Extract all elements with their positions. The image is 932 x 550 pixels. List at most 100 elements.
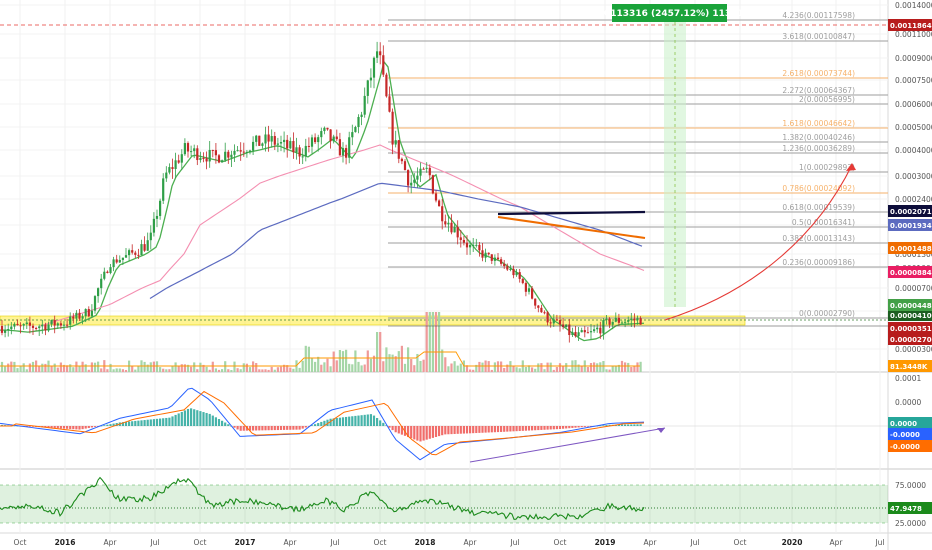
- volume-bar: [627, 362, 630, 372]
- macd-tag-text: -0.0000: [890, 443, 920, 451]
- candle-body: [69, 316, 72, 325]
- time-tick-label: Jul: [689, 538, 699, 547]
- candle-body: [22, 324, 25, 326]
- volume-bar: [357, 361, 360, 372]
- macd-histogram-bar: [462, 426, 465, 434]
- candle-body: [81, 316, 84, 319]
- volume-bar: [512, 365, 515, 372]
- price-tick-label: 0.00040000: [895, 146, 932, 155]
- macd-histogram-bar: [69, 426, 72, 430]
- candle-body: [518, 272, 521, 279]
- rsi-axis-label: 75.0000: [895, 481, 926, 490]
- macd-histogram-bar: [261, 426, 264, 431]
- volume-bar: [586, 367, 589, 372]
- candle-body: [66, 324, 69, 326]
- volume-bar: [224, 361, 227, 372]
- macd-histogram-bar: [59, 426, 62, 429]
- volume-bar: [152, 361, 155, 372]
- candle-body: [224, 151, 227, 161]
- macd-histogram-bar: [84, 426, 87, 429]
- macd-histogram-bar: [137, 420, 140, 426]
- candle-body: [292, 141, 295, 153]
- candle-body: [109, 267, 112, 273]
- volume-bar: [382, 361, 385, 372]
- candle-body: [245, 151, 248, 153]
- candle-body: [605, 318, 608, 321]
- macd-histogram-bar: [348, 416, 351, 426]
- macd-histogram-bar: [425, 426, 428, 440]
- volume-bar: [338, 350, 341, 372]
- candle-body: [286, 139, 289, 149]
- macd-histogram-bar: [273, 426, 276, 431]
- macd-histogram-bar: [317, 423, 320, 426]
- volume-bar: [211, 361, 214, 372]
- volume-bar: [221, 369, 224, 372]
- candle-body: [255, 135, 258, 142]
- price-tick-label: 0.00024000: [895, 195, 932, 204]
- macd-histogram-bar: [397, 426, 400, 434]
- volume-bar: [118, 368, 121, 372]
- candle-body: [128, 250, 131, 256]
- volume-bar: [10, 361, 13, 372]
- volume-bar: [596, 363, 599, 372]
- axes: Oct 2016 Apr Jul Oct 2017 Apr Jul Oct 2018 Apr Jul O…: [14, 1, 932, 547]
- volume-bar: [270, 366, 273, 372]
- candle-body: [301, 156, 304, 158]
- volume-bar: [329, 366, 332, 372]
- macd-histogram-bar: [574, 426, 577, 428]
- macd-histogram-bar: [128, 421, 131, 426]
- candle-body: [199, 158, 202, 161]
- macd-histogram-bar: [286, 426, 289, 430]
- macd-histogram-bar: [518, 426, 521, 432]
- candle-body: [382, 55, 385, 75]
- macd-histogram-bar: [515, 426, 518, 432]
- candle-body: [453, 226, 456, 233]
- candle-body: [410, 182, 413, 186]
- volume-bar: [518, 368, 521, 372]
- volume-bar: [255, 363, 258, 372]
- candle-body: [608, 318, 611, 325]
- volume-bar: [7, 363, 10, 372]
- trading-chart[interactable]: 4.236(0.00117598) 3.618(0.00100847) 2.618(…: [0, 0, 932, 550]
- volume-bar: [391, 354, 394, 372]
- macd-histogram-bar: [109, 424, 112, 426]
- volume-bar: [472, 369, 475, 372]
- macd-tag-text: 0.0000: [890, 420, 917, 428]
- volume-tag-text: 81.3448K: [890, 363, 928, 371]
- time-tick-label: Jul: [874, 538, 884, 547]
- candle-body: [326, 127, 329, 130]
- volume-bar: [441, 349, 444, 372]
- macd-histogram-bar: [338, 417, 341, 426]
- candle-body: [419, 168, 422, 176]
- candle-body: [537, 305, 540, 308]
- macd-histogram-bar: [93, 426, 97, 427]
- candle-body: [44, 324, 47, 331]
- macd-histogram-bar: [270, 426, 273, 431]
- macd-histogram-bar: [140, 420, 143, 426]
- candle-body: [620, 322, 624, 324]
- candle-body: [465, 242, 469, 248]
- volume-bar: [537, 363, 540, 372]
- volume-bar: [264, 369, 267, 372]
- volume-bar: [481, 362, 484, 372]
- candle-body: [143, 244, 146, 251]
- candle-body: [258, 135, 261, 146]
- candle-body: [115, 259, 118, 263]
- macd-histogram-bar: [252, 426, 255, 431]
- time-tick-label: Apr: [830, 538, 844, 547]
- macd-histogram-bar: [149, 419, 152, 426]
- candle-body: [320, 131, 323, 138]
- volume-bar: [25, 369, 28, 372]
- candle-body: [165, 172, 168, 179]
- macd-histogram-bar: [162, 418, 165, 426]
- price-tag-text: 0.00002702: [890, 336, 932, 344]
- candle-body: [633, 318, 636, 321]
- volume-bar: [190, 366, 193, 372]
- candle-body: [416, 175, 419, 180]
- volume-bar: [593, 362, 596, 372]
- macd-trendline: [469, 427, 666, 463]
- price-tick-label: 0.00060000: [895, 100, 932, 109]
- macd-histogram-bar: [152, 419, 155, 426]
- candle-body: [7, 329, 10, 331]
- candle-body: [341, 148, 345, 156]
